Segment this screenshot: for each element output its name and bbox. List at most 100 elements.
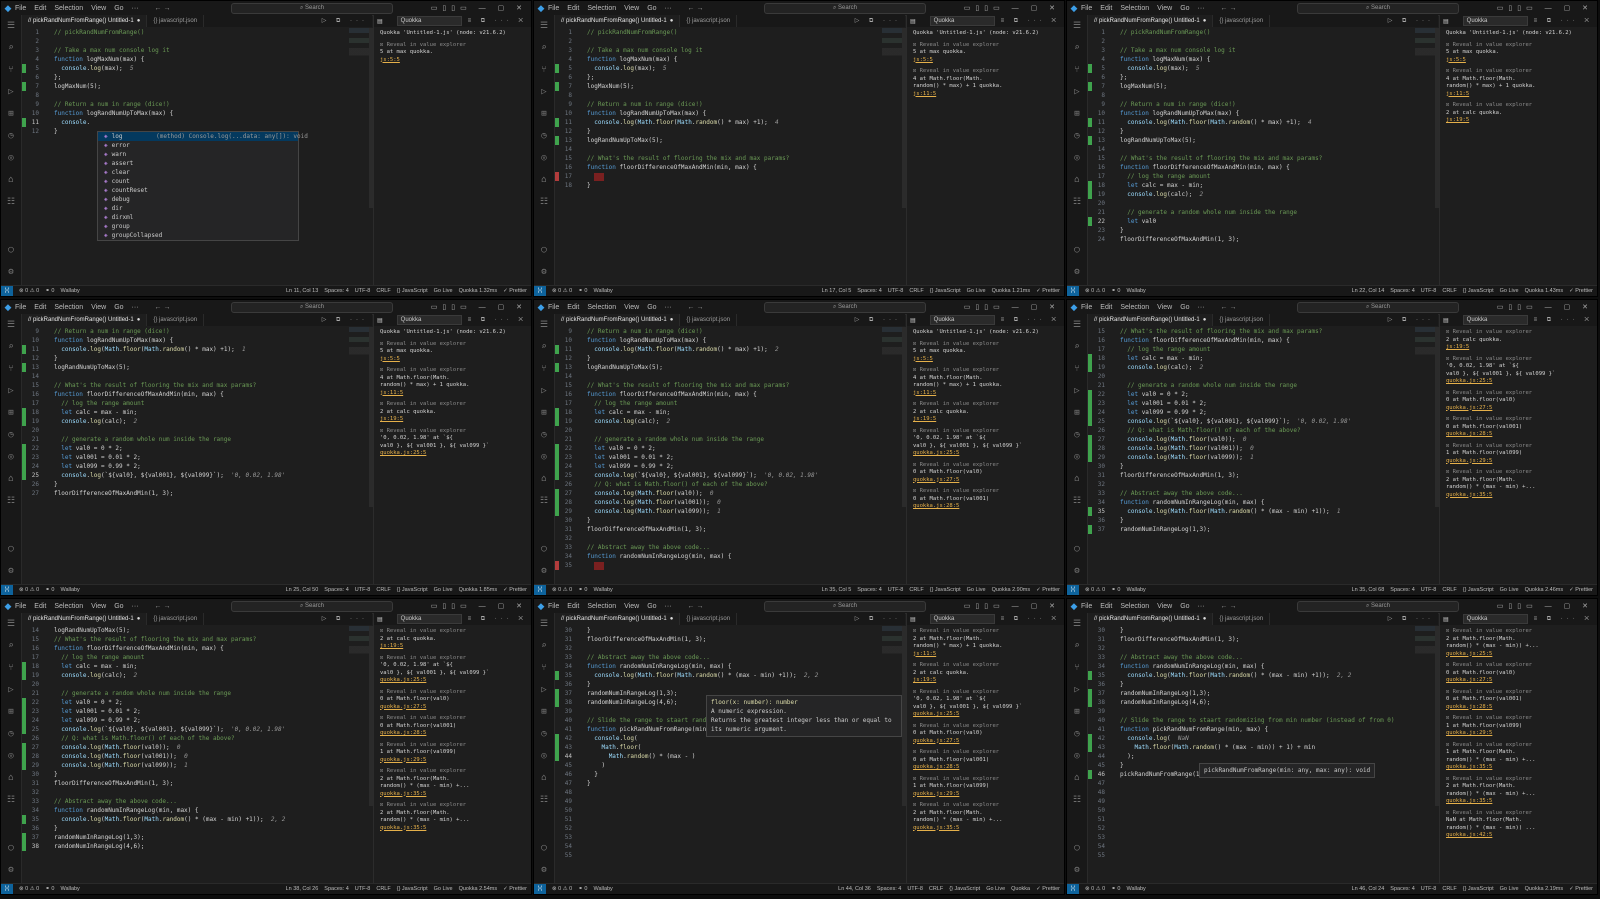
source-link[interactable]: quokka.js:25:5 bbox=[913, 711, 1058, 719]
source-link[interactable]: quokka.js:25:5 bbox=[380, 677, 525, 685]
tab-untitled[interactable]: // pickRandNumFromRange() Untitled-1 ● bbox=[1088, 15, 1214, 27]
source-link[interactable]: quokka.js:27:5 bbox=[1446, 405, 1591, 413]
indentation[interactable]: Spaces: 4 bbox=[1390, 288, 1414, 294]
menu-edit[interactable]: Edit bbox=[1100, 304, 1112, 311]
editor-actions[interactable]: ▷ ⧉ ··· bbox=[1388, 316, 1438, 324]
output-channel-select[interactable]: Quokka bbox=[396, 315, 462, 325]
activity-icon-6[interactable]: ◎ bbox=[534, 147, 554, 169]
activity-icon-7[interactable]: ⌂ bbox=[534, 169, 554, 191]
language-mode[interactable]: {} JavaScript bbox=[1463, 587, 1494, 593]
reveal-link[interactable]: ⊡ Reveal in value explorer bbox=[913, 662, 1058, 670]
go-live-button[interactable]: Go Live bbox=[967, 288, 986, 294]
menu-file[interactable]: File bbox=[548, 5, 559, 12]
tab-untitled[interactable]: // pickRandNumFromRange() Untitled-1 ● bbox=[555, 15, 681, 27]
menu-view[interactable]: View bbox=[624, 603, 639, 610]
activity-icon-2[interactable]: ⑂ bbox=[534, 358, 554, 380]
line-ending[interactable]: CRLF bbox=[376, 587, 390, 593]
encoding[interactable]: UTF-8 bbox=[888, 288, 904, 294]
language-mode[interactable]: {} JavaScript bbox=[397, 886, 428, 892]
reveal-link[interactable]: ⊡ Reveal in value explorer bbox=[913, 628, 1058, 636]
activity-icon-5[interactable]: ◷ bbox=[1, 125, 21, 147]
gear-icon[interactable]: ⚙ bbox=[1067, 859, 1087, 881]
suggestion-item[interactable]: ◈ warn bbox=[98, 150, 298, 159]
problems-count[interactable]: ⊗ 0 ⚠ 0 bbox=[1085, 886, 1105, 892]
reveal-link[interactable]: ⊡ Reveal in value explorer bbox=[380, 341, 525, 349]
activity-icon-7[interactable]: ⌂ bbox=[534, 767, 554, 789]
gear-icon[interactable]: ⚙ bbox=[1, 859, 21, 881]
wallaby-status[interactable]: Wallaby bbox=[60, 587, 79, 593]
source-link[interactable]: quokka.js:35:5 bbox=[380, 825, 525, 833]
source-link[interactable]: js:11:5 bbox=[913, 651, 1058, 659]
panel-actions[interactable]: ≡ ⧉ ··· ✕ bbox=[1001, 616, 1064, 623]
activity-icon-1[interactable]: ⌕ bbox=[1, 37, 21, 59]
indentation[interactable]: Spaces: 4 bbox=[1390, 587, 1414, 593]
source-link[interactable]: js:11:5 bbox=[913, 390, 1058, 398]
minimap[interactable] bbox=[882, 28, 902, 78]
ports-count[interactable]: ⚭ 0 bbox=[45, 886, 54, 892]
activity-icon-2[interactable]: ⑂ bbox=[534, 657, 554, 679]
activity-icon-1[interactable]: ⌕ bbox=[534, 635, 554, 657]
panel-actions[interactable]: ≡ ⧉ ··· ✕ bbox=[1001, 18, 1064, 25]
more-menu-icon[interactable]: ··· bbox=[665, 304, 672, 311]
menu-edit[interactable]: Edit bbox=[1100, 5, 1112, 12]
menu-go[interactable]: Go bbox=[114, 304, 123, 311]
ports-count[interactable]: ⚭ 0 bbox=[578, 288, 587, 294]
output-channel-select[interactable]: Quokka bbox=[929, 16, 995, 26]
source-link[interactable]: quokka.js:27:5 bbox=[1446, 677, 1591, 685]
command-search[interactable]: ⌕ Search bbox=[231, 601, 393, 612]
menu-selection[interactable]: Selection bbox=[1120, 5, 1149, 12]
account-icon[interactable]: ◯ bbox=[534, 837, 554, 859]
menu-file[interactable]: File bbox=[15, 603, 26, 610]
more-menu-icon[interactable]: ··· bbox=[665, 5, 672, 12]
go-live-button[interactable]: Go Live bbox=[434, 886, 453, 892]
activity-icon-5[interactable]: ◷ bbox=[534, 125, 554, 147]
reveal-link[interactable]: ⊡ Reveal in value explorer bbox=[1446, 469, 1591, 477]
account-icon[interactable]: ◯ bbox=[534, 538, 554, 560]
source-link[interactable]: js:5:5 bbox=[1446, 57, 1591, 65]
reveal-link[interactable]: ⊡ Reveal in value explorer bbox=[1446, 356, 1591, 364]
reveal-link[interactable]: ⊡ Reveal in value explorer bbox=[1446, 742, 1591, 750]
activity-icon-6[interactable]: ◎ bbox=[534, 745, 554, 767]
window-controls[interactable]: ▭▯▯▭ — ▢ ✕ bbox=[964, 602, 1060, 610]
source-link[interactable]: js:5:5 bbox=[913, 57, 1058, 65]
minimap[interactable] bbox=[1415, 626, 1435, 676]
menu-selection[interactable]: Selection bbox=[54, 5, 83, 12]
gear-icon[interactable]: ⚙ bbox=[1, 560, 21, 582]
activity-icon-4[interactable]: ⊞ bbox=[534, 701, 554, 723]
activity-icon-7[interactable]: ⌂ bbox=[1, 169, 21, 191]
menu-view[interactable]: View bbox=[91, 603, 106, 610]
output-channel-select[interactable]: Quokka bbox=[1462, 614, 1528, 624]
panel-actions[interactable]: ≡ ⧉ ··· ✕ bbox=[1534, 18, 1597, 25]
language-mode[interactable]: {} JavaScript bbox=[1463, 886, 1494, 892]
activity-icon-4[interactable]: ⊞ bbox=[1, 103, 21, 125]
menu-selection[interactable]: Selection bbox=[587, 5, 616, 12]
reveal-link[interactable]: ⊡ Reveal in value explorer bbox=[380, 768, 525, 776]
menu-selection[interactable]: Selection bbox=[1120, 603, 1149, 610]
reveal-link[interactable]: ⊡ Reveal in value explorer bbox=[1446, 416, 1591, 424]
source-link[interactable]: quokka.js:25:5 bbox=[1446, 378, 1591, 386]
remote-indicator-icon[interactable]: ⟩⟨ bbox=[1067, 585, 1079, 595]
tab-untitled[interactable]: // pickRandNumFromRange() Untitled-1 ● bbox=[1088, 613, 1214, 625]
encoding[interactable]: UTF-8 bbox=[355, 587, 371, 593]
language-mode[interactable]: {} JavaScript bbox=[397, 587, 428, 593]
tab-javascript-json[interactable]: {} javascript.json bbox=[147, 613, 205, 625]
source-link[interactable]: js:19:5 bbox=[1446, 117, 1591, 125]
activity-icon-1[interactable]: ⌕ bbox=[1067, 336, 1087, 358]
prettier-status[interactable]: ✓ Prettier bbox=[1569, 886, 1593, 892]
menu-view[interactable]: View bbox=[91, 5, 106, 12]
activity-icon-8[interactable]: ☷ bbox=[1067, 490, 1087, 512]
gear-icon[interactable]: ⚙ bbox=[534, 859, 554, 881]
menu-go[interactable]: Go bbox=[647, 603, 656, 610]
window-controls[interactable]: ▭▯▯▭ — ▢ ✕ bbox=[1497, 4, 1593, 12]
output-channel-select[interactable]: Quokka bbox=[396, 16, 462, 26]
source-link[interactable]: quokka.js:35:5 bbox=[913, 825, 1058, 833]
activity-icon-7[interactable]: ⌂ bbox=[1067, 169, 1087, 191]
activity-icon-3[interactable]: ▷ bbox=[1, 679, 21, 701]
activity-icon-2[interactable]: ⑂ bbox=[1067, 59, 1087, 81]
source-link[interactable]: quokka.js:28:5 bbox=[380, 730, 525, 738]
problems-count[interactable]: ⊗ 0 ⚠ 0 bbox=[1085, 288, 1105, 294]
activity-icon-0[interactable]: ☰ bbox=[1, 15, 21, 37]
line-ending[interactable]: CRLF bbox=[376, 886, 390, 892]
go-live-button[interactable]: Go Live bbox=[967, 587, 986, 593]
more-menu-icon[interactable]: ··· bbox=[1198, 304, 1205, 311]
